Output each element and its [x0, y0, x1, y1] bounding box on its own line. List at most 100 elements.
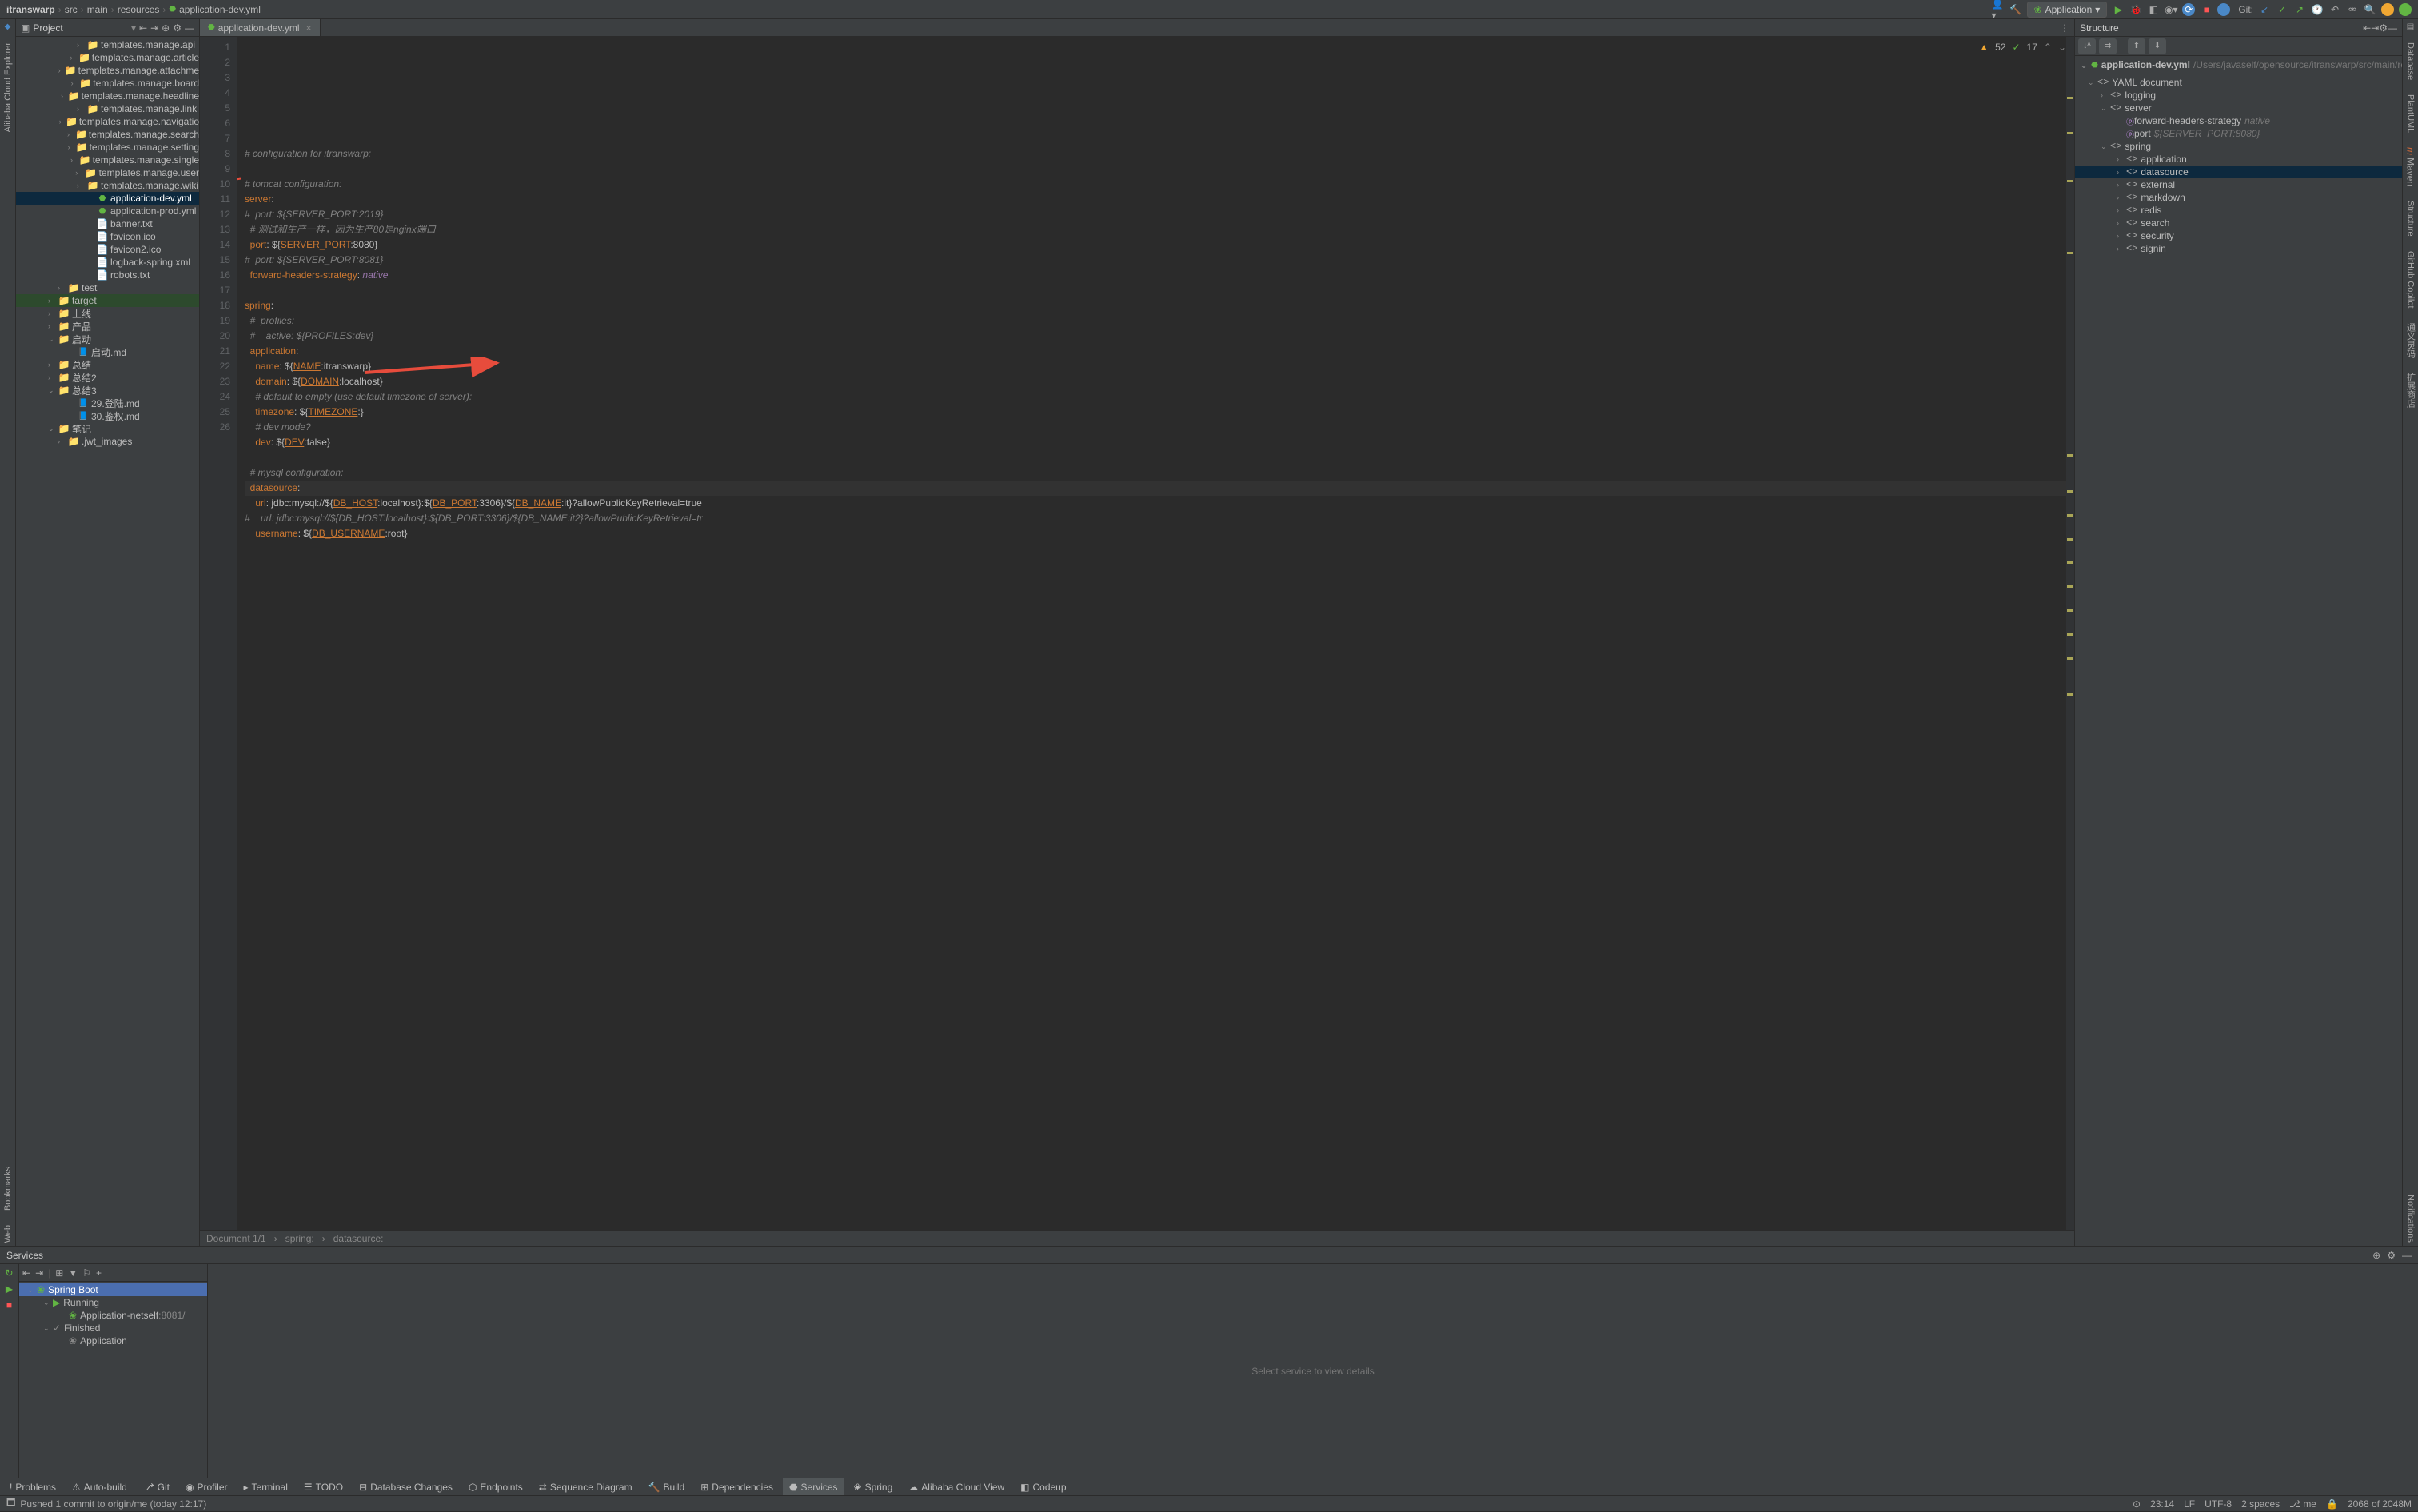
service-tree-item[interactable]: ⌄❀Spring Boot	[19, 1283, 207, 1296]
add-service-icon[interactable]: +	[96, 1267, 102, 1279]
bottom-tab-profiler[interactable]: ◉Profiler	[179, 1478, 234, 1495]
git-push-icon[interactable]: ↗	[2293, 3, 2306, 16]
git-update-icon[interactable]: ↙	[2258, 3, 2271, 16]
profile-icon[interactable]: ◉▾	[2165, 3, 2177, 16]
gear-icon[interactable]: ⚙	[173, 22, 182, 34]
gear-icon[interactable]: ⚙	[2387, 1250, 2396, 1261]
tree-item[interactable]: 📄favicon2.ico	[16, 243, 199, 256]
breadcrumb-item[interactable]: resources	[118, 4, 160, 15]
caret-position[interactable]: 23:14	[2150, 1498, 2174, 1510]
structure-item[interactable]: ⌄<>server	[2075, 102, 2402, 114]
tree-item[interactable]: ›📁templates.manage.search	[16, 128, 199, 141]
breadcrumb-item[interactable]: application-dev.yml	[179, 4, 261, 15]
editor-tab[interactable]: ⬣ application-dev.yml ×	[200, 19, 321, 36]
bottom-tab-terminal[interactable]: ▸Terminal	[237, 1478, 294, 1495]
tree-item[interactable]: 📄favicon.ico	[16, 230, 199, 243]
tree-item[interactable]: ›📁test	[16, 281, 199, 294]
structure-item[interactable]: ›<>signin	[2075, 242, 2402, 255]
memory-indicator[interactable]: 2068 of 2048M	[2348, 1498, 2412, 1510]
tree-item[interactable]: ›📁总结	[16, 358, 199, 371]
chevron-down-icon[interactable]: ▾	[131, 22, 136, 34]
tree-item[interactable]: 📄robots.txt	[16, 269, 199, 281]
tree-item[interactable]: 📄logback-spring.xml	[16, 256, 199, 269]
bottom-tab-problems[interactable]: !Problems	[3, 1478, 62, 1495]
service-tree-item[interactable]: ⌄✓Finished	[19, 1322, 207, 1334]
structure-item[interactable]: ›<>logging	[2075, 89, 2402, 102]
tree-item[interactable]: ⌄📁启动	[16, 333, 199, 345]
git-branch[interactable]: ⎇ me	[2289, 1498, 2316, 1510]
close-icon[interactable]: ×	[306, 22, 312, 34]
tree-item[interactable]: ›📁templates.manage.user	[16, 166, 199, 179]
structure-item[interactable]: ⌄<>spring	[2075, 140, 2402, 153]
tree-item[interactable]: 📘启动.md	[16, 345, 199, 358]
code-with-me-icon[interactable]: ⚮	[2346, 3, 2359, 16]
structure-item[interactable]: ›<>external	[2075, 178, 2402, 191]
user-avatar-icon[interactable]	[2381, 3, 2394, 16]
services-tree[interactable]: ⌄❀Spring Boot⌄▶Running❀Application-netse…	[19, 1282, 207, 1478]
tree-item[interactable]: ⌄📁笔记	[16, 422, 199, 435]
rerun-icon[interactable]: ↻	[5, 1267, 13, 1279]
tree-item[interactable]: ›📁templates.manage.article	[16, 51, 199, 64]
tree-item[interactable]: ⌄📁总结3	[16, 384, 199, 397]
run-icon[interactable]: ▶	[2112, 3, 2125, 16]
tree-item[interactable]: 📘29.登陆.md	[16, 397, 199, 409]
bottom-tab-build[interactable]: 🔨Build	[642, 1478, 692, 1495]
bottom-tab-todo[interactable]: ☰TODO	[297, 1478, 349, 1495]
tree-item[interactable]: ›📁总结2	[16, 371, 199, 384]
structure-item[interactable]: ⌄<>YAML document	[2075, 76, 2402, 89]
expand-all-icon[interactable]: ⇤	[2363, 22, 2371, 34]
maven-tab[interactable]: m Maven	[2405, 144, 2416, 189]
bottom-tab-dependencies[interactable]: ⊞Dependencies	[694, 1478, 780, 1495]
bottom-tab-sequence-diagram[interactable]: ⇄Sequence Diagram	[533, 1478, 639, 1495]
structure-item[interactable]: ›<>markdown	[2075, 191, 2402, 204]
structure-tree[interactable]: ⌄<>YAML document›<>logging⌄<>serverⓟforw…	[2075, 74, 2402, 1246]
tag-icon[interactable]: ⚐	[82, 1267, 91, 1279]
structure-tab[interactable]: Structure	[2406, 197, 2416, 240]
bottom-tab-alibaba-cloud-view[interactable]: ☁Alibaba Cloud View	[902, 1478, 1011, 1495]
tongyi-tab[interactable]: 通义灵码	[2404, 320, 2417, 361]
tree-item[interactable]: ›📁templates.manage.link	[16, 102, 199, 115]
expand-icon[interactable]: ⬇	[2149, 38, 2166, 54]
tree-item[interactable]: ›📁target	[16, 294, 199, 307]
breadcrumb-item[interactable]: src	[65, 4, 78, 15]
tree-item[interactable]: ›📁templates.manage.api	[16, 38, 199, 51]
select-opened-icon[interactable]: ⊕	[162, 22, 170, 34]
hammer-icon[interactable]: 🔨	[2009, 3, 2022, 16]
read-only-indicator[interactable]: 🔒	[2326, 1498, 2338, 1510]
editor-breadcrumbs[interactable]: Document 1/1› spring:› datasource:	[200, 1230, 2074, 1246]
collapse-all-icon[interactable]: ⇥	[150, 22, 158, 34]
inspection-widget[interactable]: ▲52 ✓17 ⌃ ⌄	[1979, 40, 2066, 55]
indent-settings[interactable]: 2 spaces	[2241, 1498, 2280, 1510]
web-tab[interactable]: Web	[3, 1222, 13, 1246]
restore-layout-icon[interactable]: ⊕	[2372, 1250, 2380, 1261]
bottom-tab-services[interactable]: ⬣Services	[783, 1478, 844, 1495]
service-tree-item[interactable]: ❀Application-netself :8081/	[19, 1309, 207, 1322]
copilot-status-icon[interactable]: ⊙	[2133, 1498, 2141, 1510]
service-tree-item[interactable]: ❀Application	[19, 1334, 207, 1347]
bottom-tab-spring[interactable]: ❀Spring	[848, 1478, 900, 1495]
service-tree-item[interactable]: ⌄▶Running	[19, 1296, 207, 1309]
sort-icon[interactable]: ↓ᴬ	[2078, 38, 2096, 54]
tree-item[interactable]: ⬣application-dev.yml	[16, 192, 199, 205]
tree-item[interactable]: ›📁templates.manage.headline	[16, 90, 199, 102]
actions-icon[interactable]	[2217, 3, 2230, 16]
stop-icon[interactable]: ■	[6, 1299, 12, 1311]
file-encoding[interactable]: UTF-8	[2205, 1498, 2232, 1510]
tree-item[interactable]: ›📁产品	[16, 320, 199, 333]
line-separator[interactable]: LF	[2184, 1498, 2195, 1510]
structure-item[interactable]: ›<>search	[2075, 217, 2402, 229]
hide-icon[interactable]: —	[2402, 1250, 2412, 1261]
breadcrumb-item[interactable]: main	[87, 4, 108, 15]
git-commit-icon[interactable]: ✓	[2276, 3, 2288, 16]
autoscroll-from-icon[interactable]: ⇉	[2099, 38, 2117, 54]
stop-icon[interactable]: ■	[2200, 3, 2213, 16]
chevron-up-icon[interactable]: ⌃	[2044, 40, 2052, 55]
tree-item[interactable]: 📘30.鉴权.md	[16, 409, 199, 422]
project-tree[interactable]: ›📁templates.manage.api›📁templates.manage…	[16, 37, 199, 1246]
vcs-status-icon[interactable]: 🗖	[6, 1495, 15, 1512]
search-icon[interactable]: 🔍	[2364, 3, 2376, 16]
tabs-dropdown-icon[interactable]: ⋮	[2060, 22, 2074, 34]
debug-icon[interactable]: 🐞	[2129, 3, 2142, 16]
tree-item[interactable]: ›📁templates.manage.wiki	[16, 179, 199, 192]
run-config-dropdown[interactable]: ❀ Application ▾	[2027, 2, 2108, 18]
